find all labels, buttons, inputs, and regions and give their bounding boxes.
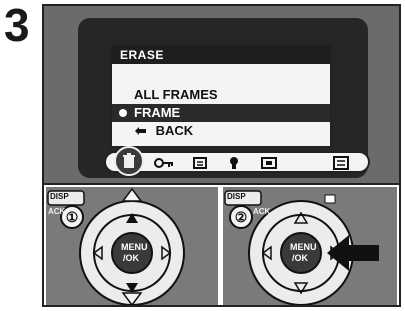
erase-menu: ERASE ALL FRAMES FRAME BACK [110, 44, 332, 148]
menu-item-frame[interactable]: FRAME [112, 104, 330, 122]
selection-dot-icon [119, 109, 127, 117]
disp-button-label: DISP [227, 192, 246, 201]
step-number: 3 [4, 0, 30, 51]
step-2-badge: ② [229, 205, 253, 229]
voice-memo-icon[interactable] [226, 156, 242, 170]
print-order-icon[interactable] [192, 156, 210, 170]
illustration-frame: ERASE ALL FRAMES FRAME BACK ① DISP ACK M… [42, 4, 401, 307]
menu-ok-label-top: MENU [290, 242, 317, 252]
panel-press-menu-ok: ② DISP ACK MENU /OK [223, 187, 397, 305]
back-button-label: ACK [253, 207, 271, 216]
disp-button-label: DISP [50, 192, 69, 201]
camera-screen: ERASE ALL FRAMES FRAME BACK [44, 6, 399, 183]
back-arrow-icon [135, 127, 146, 135]
menu-ok-label-top: MENU [121, 242, 148, 252]
trim-icon[interactable] [260, 156, 278, 170]
menu-ok-label-bottom: /OK [123, 253, 140, 263]
panel-press-up-down: ① DISP ACK MENU /OK [46, 187, 218, 305]
menu-item-back[interactable]: BACK [112, 122, 330, 140]
menu-item-label: ALL FRAMES [134, 87, 218, 102]
menu-item-label: BACK [155, 123, 194, 138]
menu-ok-label-bottom: /OK [292, 253, 309, 263]
setup-icon[interactable] [332, 156, 350, 170]
erase-icon[interactable] [114, 146, 144, 176]
playback-toolbar [104, 146, 370, 176]
protect-key-icon[interactable] [154, 156, 174, 170]
back-button-label: ACK [48, 207, 66, 216]
menu-item-label: FRAME [134, 105, 181, 120]
menu-item-all-frames[interactable]: ALL FRAMES [112, 86, 330, 104]
divider [44, 183, 399, 185]
menu-title: ERASE [112, 46, 330, 64]
